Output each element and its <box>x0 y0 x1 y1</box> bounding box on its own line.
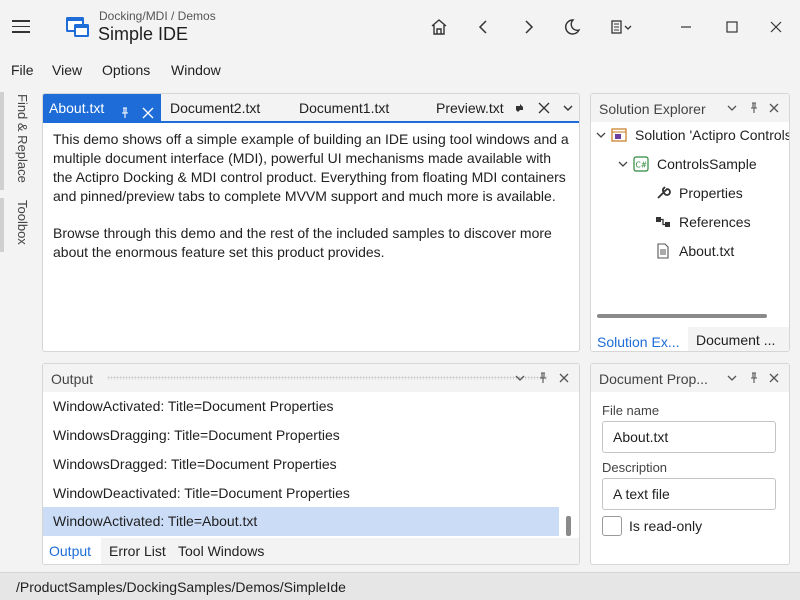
toolbox-tab[interactable]: Toolbox <box>4 200 30 252</box>
output-line-selected[interactable]: WindowActivated: Title=About.txt <box>43 507 559 536</box>
tree-label: Solution 'Actipro Controls <box>635 127 790 143</box>
output-tab-strip: Output Error List Tool Windows <box>43 538 579 565</box>
solution-explorer-panel: Solution Explorer Solution 'Actipro Cont… <box>590 93 790 352</box>
panel-header: Solution Explorer <box>591 94 789 122</box>
wrench-icon <box>655 185 671 201</box>
tab-document-outline[interactable]: Document ... <box>690 327 790 352</box>
output-line[interactable]: WindowsDragged: Title=Document Propertie… <box>43 450 559 479</box>
document-tab-strip: About.txt Document2.txt Document1.txt Pr… <box>43 94 579 122</box>
tree-label: ControlsSample <box>657 156 757 172</box>
tab-label: About.txt <box>49 100 104 116</box>
output-line[interactable]: WindowDeactivated: Title=Document Proper… <box>43 479 559 508</box>
document-area: About.txt Document2.txt Document1.txt Pr… <box>42 93 580 352</box>
back-icon[interactable] <box>466 9 502 45</box>
tab-error-list[interactable]: Error List <box>103 538 166 564</box>
document-properties-panel: Document Prop... File name Description I… <box>590 363 790 565</box>
text-file-icon <box>655 243 671 259</box>
chevron-down-icon[interactable] <box>593 127 609 143</box>
description-label: Description <box>602 460 667 475</box>
preview-close-icon[interactable] <box>537 101 551 118</box>
chevron-down-icon[interactable] <box>513 371 527 385</box>
chevron-down-icon[interactable] <box>725 101 739 115</box>
tab-about-txt[interactable]: About.txt <box>43 94 161 122</box>
menu-options[interactable]: Options <box>102 62 150 78</box>
references-icon <box>655 214 671 230</box>
close-icon[interactable] <box>767 371 781 385</box>
panel-header: Output <box>43 364 579 392</box>
menu-bar: File View Options Window <box>0 56 800 84</box>
drag-grip[interactable] <box>107 376 547 380</box>
close-icon[interactable] <box>758 9 794 45</box>
tree-label: About.txt <box>679 243 734 259</box>
tab-preview[interactable]: Preview.txt <box>430 94 504 122</box>
breadcrumb: Docking/MDI / Demos <box>99 9 216 23</box>
theme-moon-icon[interactable] <box>554 9 590 45</box>
tree-item-solution[interactable]: Solution 'Actipro Controls <box>593 124 790 146</box>
horizontal-scrollbar[interactable] <box>597 314 767 318</box>
tree-item-properties[interactable]: Properties <box>655 182 743 204</box>
doc-paragraph: Browse through this demo and the rest of… <box>53 224 571 262</box>
layout-icon[interactable] <box>602 9 642 45</box>
preview-pin-icon[interactable] <box>514 102 526 117</box>
close-tab-icon[interactable] <box>141 101 155 115</box>
tab-list-chevron-icon[interactable] <box>562 102 574 117</box>
tab-solution-explorer[interactable]: Solution Ex... <box>591 327 688 352</box>
find-replace-tab[interactable]: Find & Replace <box>4 94 30 190</box>
menu-file[interactable]: File <box>11 62 34 78</box>
status-bar: /ProductSamples/DockingSamples/Demos/Sim… <box>0 572 800 600</box>
tree-item-project[interactable]: C# ControlsSample <box>615 153 757 175</box>
doc-paragraph: This demo shows off a simple example of … <box>53 130 571 206</box>
tree-label: Properties <box>679 185 743 201</box>
minimize-icon[interactable] <box>668 9 704 45</box>
tab-document2[interactable]: Document2.txt <box>164 94 260 122</box>
close-icon[interactable] <box>557 371 571 385</box>
vertical-scrollbar[interactable] <box>566 516 571 536</box>
svg-text:C#: C# <box>636 161 648 170</box>
read-only-checkbox[interactable] <box>602 516 622 536</box>
description-field[interactable] <box>602 478 776 510</box>
csharp-project-icon: C# <box>633 156 649 172</box>
chevron-down-icon[interactable] <box>615 156 631 172</box>
title-bar: Docking/MDI / Demos Simple IDE <box>0 0 800 54</box>
solution-tab-strip: Solution Ex... Document ... <box>591 327 789 352</box>
file-name-label: File name <box>602 403 659 418</box>
document-text[interactable]: This demo shows off a simple example of … <box>53 130 571 280</box>
pin-icon[interactable] <box>747 371 761 385</box>
status-path: /ProductSamples/DockingSamples/Demos/Sim… <box>16 579 346 595</box>
chevron-down-icon[interactable] <box>725 371 739 385</box>
read-only-label: Is read-only <box>629 518 702 534</box>
close-icon[interactable] <box>767 101 781 115</box>
page-title: Simple IDE <box>98 24 188 45</box>
solution-icon <box>611 127 627 143</box>
output-line[interactable]: WindowsDragging: Title=Document Properti… <box>43 421 559 450</box>
app-logo-icon <box>64 13 92 41</box>
tab-tool-windows[interactable]: Tool Windows <box>172 538 264 564</box>
file-name-field[interactable] <box>602 421 776 453</box>
maximize-icon[interactable] <box>714 9 750 45</box>
panel-header: Document Prop... <box>591 364 789 392</box>
panel-title: Output <box>51 371 93 387</box>
home-icon[interactable] <box>421 9 457 45</box>
tree-item-about[interactable]: About.txt <box>655 240 734 262</box>
output-line[interactable]: WindowActivated: Title=Document Properti… <box>43 392 559 421</box>
panel-title: Solution Explorer <box>599 101 706 117</box>
pin-icon[interactable] <box>119 101 131 115</box>
pin-icon[interactable] <box>536 371 550 385</box>
output-panel: Output WindowActivated: Title=Document P… <box>42 363 580 565</box>
menu-view[interactable]: View <box>52 62 82 78</box>
panel-title: Document Prop... <box>599 371 708 387</box>
menu-window[interactable]: Window <box>171 62 221 78</box>
tab-document1[interactable]: Document1.txt <box>293 94 389 122</box>
left-tool-rail: Find & Replace Toolbox <box>0 90 34 570</box>
hamburger-menu-icon[interactable] <box>12 16 32 38</box>
tab-output[interactable]: Output <box>43 538 101 564</box>
tree-label: References <box>679 214 751 230</box>
pin-icon[interactable] <box>747 101 761 115</box>
tree-item-references[interactable]: References <box>655 211 751 233</box>
active-tab-underline <box>43 121 579 123</box>
forward-icon[interactable] <box>510 9 546 45</box>
